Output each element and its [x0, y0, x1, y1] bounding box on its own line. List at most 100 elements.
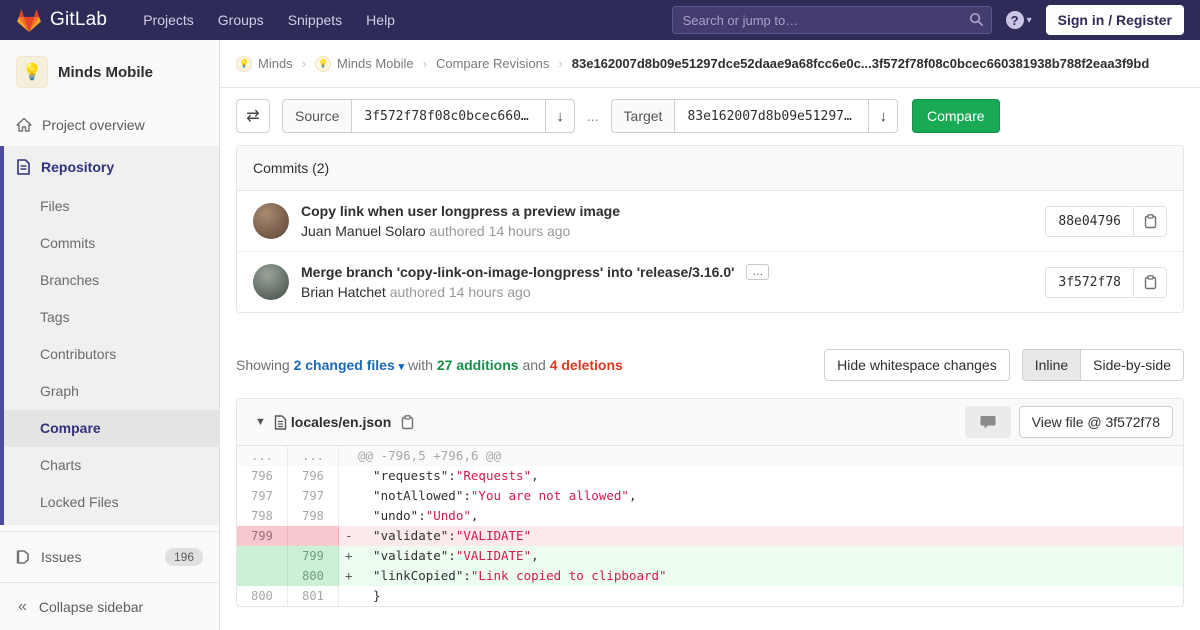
source-dropdown-arrow-icon[interactable]: ↓ [546, 99, 575, 133]
copy-file-path-button[interactable] [401, 414, 414, 430]
sidebar-item-project-overview[interactable]: Project overview [0, 104, 219, 146]
old-line-number[interactable]: 799 [237, 526, 288, 546]
diff-hunk-row: ... ... @@ -796,5 +796,6 @@ [237, 446, 1183, 466]
diff-line-row: 797 797 "notAllowed":"You are not allowe… [237, 486, 1183, 506]
copy-sha-button[interactable] [1133, 205, 1167, 237]
sidebar-item-contributors[interactable]: Contributors [4, 336, 219, 373]
issues-icon [16, 549, 31, 565]
old-line-number[interactable]: 800 [237, 586, 288, 606]
search-input[interactable] [671, 6, 992, 34]
search-box [671, 6, 992, 34]
sidebar-item-charts[interactable]: Charts [4, 447, 219, 484]
deletions-count: 4 deletions [549, 357, 623, 373]
old-line-number[interactable]: 798 [237, 506, 288, 526]
sidebar-item-files[interactable]: Files [4, 188, 219, 225]
main-nav: Projects Groups Snippets Help [131, 12, 407, 28]
commit-sha[interactable]: 3f572f78 [1045, 266, 1133, 298]
new-line-number[interactable] [288, 526, 339, 546]
code-line: "undo":"Undo", [358, 508, 479, 523]
source-ref-dropdown[interactable]: 3f572f78f08c0bcec660… [351, 99, 547, 133]
breadcrumb-current: 83e162007d8b09e51297dce52daae9a68fcc6e0c… [571, 56, 1150, 71]
sidebar-item-commits[interactable]: Commits [4, 225, 219, 262]
compare-separator: ... [586, 108, 599, 124]
home-icon [16, 117, 32, 133]
nav-item-help[interactable]: Help [354, 12, 407, 28]
nav-item-snippets[interactable]: Snippets [276, 12, 354, 28]
toggle-comments-button[interactable] [964, 406, 1011, 438]
compare-button[interactable]: Compare [911, 99, 1000, 133]
expand-commit-description-button[interactable]: … [746, 264, 770, 280]
swap-revisions-button[interactable]: ⇄ [236, 99, 270, 133]
breadcrumb: 💡 Minds › 💡 Minds Mobile › Compare Revis… [220, 40, 1200, 88]
old-line-number[interactable]: 796 [237, 466, 288, 486]
old-line-number[interactable] [237, 546, 288, 566]
code-line: - "validate":"VALIDATE" [339, 526, 1183, 546]
gitlab-logo[interactable]: GitLab [16, 8, 107, 33]
side-by-side-view-button[interactable]: Side-by-side [1081, 349, 1184, 381]
target-dropdown-arrow-icon[interactable]: ↓ [869, 99, 898, 133]
sidebar-item-locked-files[interactable]: Locked Files [4, 484, 219, 521]
old-line-number[interactable] [237, 566, 288, 586]
target-input-group: Target 83e162007d8b09e51297… ↓ [610, 99, 898, 133]
hide-whitespace-button[interactable]: Hide whitespace changes [824, 349, 1010, 381]
diff-line-row: 800 801 } [237, 586, 1183, 606]
diff-file-panel: ▼ locales/en.json View file @ 3f572f78 .… [236, 398, 1184, 607]
inline-view-button[interactable]: Inline [1021, 349, 1082, 381]
nav-item-groups[interactable]: Groups [206, 12, 276, 28]
old-line-number[interactable]: 797 [237, 486, 288, 506]
additions-count: 27 additions [436, 357, 519, 373]
double-chevron-left-icon: « [18, 597, 27, 615]
gitlab-wordmark: GitLab [50, 9, 108, 30]
commit-meta: Brian Hatchet authored 14 hours ago [301, 284, 769, 300]
project-context-header[interactable]: 💡 Minds Mobile [0, 40, 219, 104]
search-icon[interactable] [969, 12, 984, 27]
commit-title-link[interactable]: Copy link when user longpress a preview … [301, 203, 620, 219]
breadcrumb-group[interactable]: 💡 Minds [236, 55, 293, 72]
view-file-button[interactable]: View file @ 3f572f78 [1018, 406, 1173, 438]
copy-sha-button[interactable] [1133, 266, 1167, 298]
collapse-sidebar-button[interactable]: « Collapse sidebar [0, 582, 219, 630]
nav-item-projects[interactable]: Projects [131, 12, 206, 28]
compare-form: ⇄ Source 3f572f78f08c0bcec660… ↓ ... Tar… [236, 99, 1184, 133]
new-line-number[interactable]: 798 [288, 506, 339, 526]
sidebar-item-issues[interactable]: Issues 196 [0, 536, 219, 578]
top-navbar: GitLab Projects Groups Snippets Help ? ▾… [0, 0, 1200, 40]
new-line-number[interactable]: 797 [288, 486, 339, 506]
commit-sha[interactable]: 88e04796 [1045, 205, 1133, 237]
new-line-number[interactable]: 800 [288, 566, 339, 586]
new-line-number[interactable]: 801 [288, 586, 339, 606]
breadcrumb-project[interactable]: 💡 Minds Mobile [315, 55, 414, 72]
breadcrumb-page[interactable]: Compare Revisions [436, 56, 549, 71]
caret-down-icon: ▾ [398, 361, 405, 373]
commit-sha-group: 3f572f78 [1045, 266, 1167, 298]
commit-author-link[interactable]: Brian Hatchet [301, 284, 386, 300]
diff-file-actions: View file @ 3f572f78 [964, 406, 1173, 438]
sidebar-item-repository[interactable]: Repository [4, 146, 219, 188]
commits-panel: Commits (2) Copy link when user longpres… [236, 145, 1184, 313]
code-line: + "linkCopied":"Link copied to clipboard… [339, 566, 1183, 586]
sidebar-item-branches[interactable]: Branches [4, 262, 219, 299]
issues-count-badge: 196 [164, 548, 203, 566]
diff-added-line-row: 799 + "validate":"VALIDATE", [237, 546, 1183, 566]
changed-files-dropdown[interactable]: 2 changed files ▾ [294, 357, 405, 373]
target-ref-dropdown[interactable]: 83e162007d8b09e51297… [674, 99, 870, 133]
source-input-group: Source 3f572f78f08c0bcec660… ↓ [282, 99, 575, 133]
group-avatar: 💡 [236, 55, 252, 72]
sidebar-item-tags[interactable]: Tags [4, 299, 219, 336]
breadcrumb-project-label: Minds Mobile [337, 56, 414, 71]
main-content: 💡 Minds › 💡 Minds Mobile › Compare Revis… [220, 40, 1200, 607]
commit-avatar[interactable] [253, 203, 289, 239]
sidebar-item-compare[interactable]: Compare [4, 410, 219, 447]
sidebar-item-graph[interactable]: Graph [4, 373, 219, 410]
commit-title-link[interactable]: Merge branch 'copy-link-on-image-longpre… [301, 264, 734, 280]
commit-author-link[interactable]: Juan Manuel Solaro [301, 223, 426, 239]
new-line-number[interactable]: 799 [288, 546, 339, 566]
diff-added-line-row: 800 + "linkCopied":"Link copied to clipb… [237, 566, 1183, 586]
new-line-number[interactable]: 796 [288, 466, 339, 486]
code-line: } [358, 588, 381, 603]
sign-in-button[interactable]: Sign in / Register [1045, 5, 1184, 35]
commit-avatar[interactable] [253, 264, 289, 300]
help-menu[interactable]: ? ▾ [1005, 11, 1032, 29]
collapse-diff-caret-icon[interactable]: ▼ [247, 416, 274, 428]
nav-right: ? ▾ Sign in / Register [671, 5, 1184, 35]
